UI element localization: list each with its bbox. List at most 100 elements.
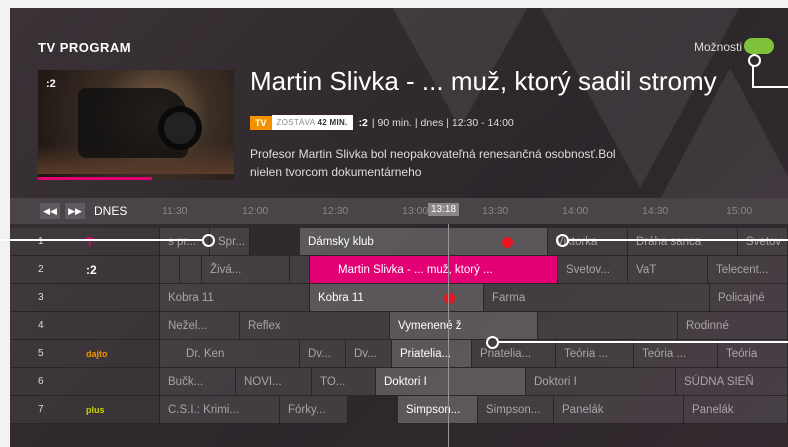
program-cell[interactable]: Bučk...: [160, 368, 236, 396]
program-cell[interactable]: Doktori I: [526, 368, 676, 396]
callout-line: [0, 239, 202, 241]
program-cell[interactable]: C.S.I.: Krimi...: [160, 396, 280, 424]
time-tick: 12:00: [242, 205, 269, 217]
preview-channel-logo: :2: [46, 78, 56, 90]
program-cell[interactable]: Teória ...: [556, 340, 634, 368]
program-cell[interactable]: Nežel...: [160, 312, 240, 340]
time-tick: 13:00: [402, 205, 429, 217]
callout-line: [569, 239, 788, 241]
program-cell[interactable]: Dv...: [346, 340, 392, 368]
program-cell[interactable]: Fórky...: [280, 396, 348, 424]
time-tick: 11:30: [162, 205, 188, 217]
channel-logo: :2: [70, 256, 160, 284]
channel-number: 4: [10, 312, 70, 340]
callout-line: [752, 66, 754, 88]
program-cell[interactable]: Dv...: [300, 340, 346, 368]
program-cell[interactable]: SÚDNA SIEŇ: [676, 368, 788, 396]
channel-row: 4 Nežel... Reflex Vymenené ž Rodinné: [10, 312, 788, 340]
channel-number: 7: [10, 396, 70, 424]
channel-row: 3 Kobra 11 Kobra 11 Farma Policajné: [10, 284, 788, 312]
callout-marker: [486, 336, 499, 349]
program-cell[interactable]: Farma: [484, 284, 710, 312]
forward-icon[interactable]: ▶▶: [65, 203, 85, 219]
program-cell[interactable]: Kobra 11: [160, 284, 310, 312]
program-cell[interactable]: Rodinné: [678, 312, 788, 340]
program-cell[interactable]: Dráha sanca: [628, 228, 738, 256]
program-cell[interactable]: [538, 312, 678, 340]
channel-row: 5 dajto Dr. Ken Dv... Dv... Priatelia...…: [10, 340, 788, 368]
record-icon: [502, 237, 513, 248]
day-label: DNES: [94, 204, 128, 218]
remaining-prefix: ZOSTÁVA: [276, 118, 315, 127]
channel-number: 3: [10, 284, 70, 312]
program-title: Martin Slivka - ... muž, ktorý sadil str…: [250, 66, 717, 96]
channel-logo: [70, 368, 160, 396]
program-cell[interactable]: [290, 256, 310, 284]
program-cell[interactable]: Kobra 11: [310, 284, 484, 312]
program-cell-selected[interactable]: Martin Slivka - ... muž, ktorý ...: [310, 256, 558, 284]
timeline-bar: ◀◀ ▶▶ DNES 11:30 12:00 12:30 13:00 13:30…: [10, 198, 788, 224]
time-tick: 14:00: [562, 205, 589, 217]
channel-logo: [70, 312, 160, 340]
page-title: TV PROGRAM: [38, 40, 132, 55]
channel-row: 2 :2 Živá... Martin Slivka - ... muž, kt…: [10, 256, 788, 284]
channel-logo: T: [70, 228, 160, 256]
time-tick: 12:30: [322, 205, 349, 217]
callout-marker: [202, 234, 215, 247]
callout-marker: [556, 234, 569, 247]
preview-lens-shape: [158, 106, 202, 150]
options-toggle[interactable]: [744, 38, 774, 54]
preview-thumbnail[interactable]: :2: [38, 70, 234, 180]
program-cell[interactable]: Doktori I: [376, 368, 526, 396]
program-cell[interactable]: Reflex: [240, 312, 390, 340]
program-cell[interactable]: Policajné: [710, 284, 788, 312]
program-cell[interactable]: Simpson...: [478, 396, 554, 424]
program-cell[interactable]: Priatelia...: [472, 340, 556, 368]
current-time-line: [448, 224, 449, 447]
tv-guide-screen: TV PROGRAM Možnosti :2 Martin Slivka - .…: [10, 8, 788, 447]
channel-number: 5: [10, 340, 70, 368]
callout-line: [499, 341, 788, 343]
program-cell[interactable]: Priatelia...: [392, 340, 472, 368]
program-cell[interactable]: TO...: [312, 368, 376, 396]
time-tick: 13:30: [482, 205, 509, 217]
channel-logo: [70, 284, 160, 312]
program-cell[interactable]: NOVI...: [236, 368, 312, 396]
program-channel: :2: [358, 116, 368, 129]
channel-number: 6: [10, 368, 70, 396]
program-cell[interactable]: Teória ...: [634, 340, 718, 368]
program-cell[interactable]: Spr...: [210, 228, 250, 256]
program-cell[interactable]: Simpson...: [398, 396, 478, 424]
channel-row: 6 Bučk... NOVI... TO... Doktori I Doktor…: [10, 368, 788, 396]
remaining-value: 42 MIN.: [317, 118, 348, 127]
preview-progress-bar: [38, 177, 152, 180]
time-tick: 14:30: [642, 205, 669, 217]
channel-number: 2: [10, 256, 70, 284]
program-cell[interactable]: Dr. Ken: [160, 340, 300, 368]
remaining-badge: ZOSTÁVA 42 MIN.: [271, 115, 353, 130]
program-cell[interactable]: Svetov...: [558, 256, 628, 284]
program-meta: TV ZOSTÁVA 42 MIN. :2 | 90 min. | dnes |…: [250, 115, 514, 130]
program-details: | 90 min. | dnes | 12:30 - 14:00: [371, 116, 514, 129]
current-time-label: 13:18: [428, 203, 460, 216]
channel-row: 7 plus C.S.I.: Krimi... Fórky... Simpson…: [10, 396, 788, 424]
program-cell[interactable]: Telecent...: [708, 256, 788, 284]
program-cell[interactable]: VaT: [628, 256, 708, 284]
program-cell[interactable]: Svetov: [738, 228, 788, 256]
tv-badge: TV: [250, 115, 272, 130]
callout-line: [752, 86, 788, 88]
program-cell[interactable]: Vymenené ž: [390, 312, 538, 340]
program-cell[interactable]: [160, 256, 180, 284]
record-icon: [444, 293, 455, 304]
program-cell[interactable]: Živá...: [202, 256, 290, 284]
channel-logo: plus: [70, 396, 160, 424]
program-cell[interactable]: [180, 256, 202, 284]
rewind-icon[interactable]: ◀◀: [40, 203, 60, 219]
channel-number: 1: [10, 228, 70, 256]
program-cell[interactable]: Teória: [718, 340, 788, 368]
program-cell[interactable]: Panelák: [684, 396, 788, 424]
channel-logo: dajto: [70, 340, 160, 368]
program-cell[interactable]: Panelák: [554, 396, 684, 424]
time-tick: 15:00: [726, 205, 753, 217]
channel-row: 1 T s pr... Spr... Dámsky klub Viktorka …: [10, 228, 788, 256]
